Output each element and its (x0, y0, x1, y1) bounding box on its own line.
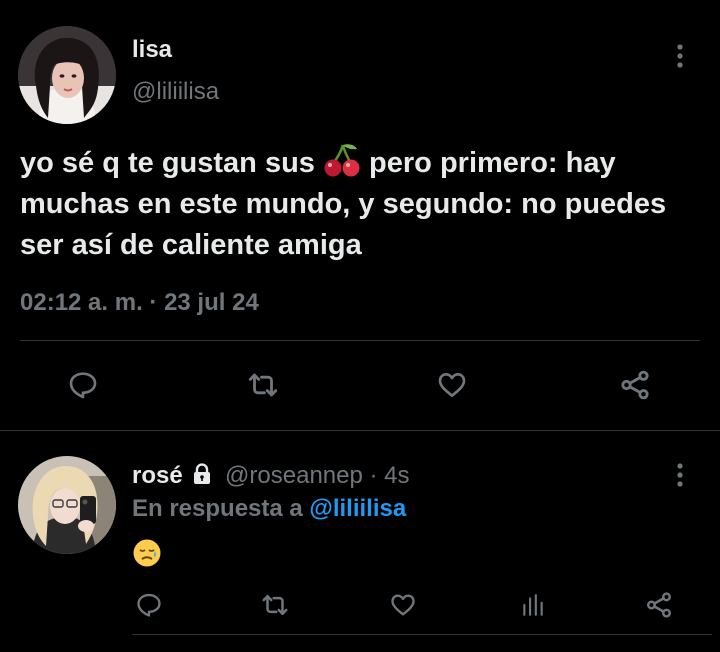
retweet-icon (262, 595, 288, 615)
reply-more-options-button[interactable] (664, 458, 696, 492)
author-avatar[interactable] (18, 26, 116, 124)
reply-analytics-button[interactable] (516, 588, 550, 622)
tweet-text-part1: yo sé q te gustan sus (20, 147, 315, 179)
in-reply-handle[interactable]: @liliilisa (309, 495, 406, 522)
share-icon (621, 370, 649, 400)
reply-author-handle[interactable]: @roseannep (225, 462, 363, 489)
divider-bottom-main (0, 430, 720, 431)
author-handle[interactable]: @liliilisa (132, 78, 219, 106)
reply-author-name[interactable]: rosé (132, 462, 183, 489)
reply-icon (69, 372, 97, 399)
lock-icon (192, 462, 212, 494)
reply-author-avatar[interactable] (18, 456, 116, 554)
more-options-button[interactable] (664, 38, 696, 74)
more-vertical-icon (677, 463, 683, 487)
reply-like-button[interactable] (386, 588, 420, 622)
reply-time[interactable]: · 4s (370, 462, 410, 489)
share-icon (647, 592, 671, 618)
retweet-button[interactable] (242, 364, 284, 406)
author-name[interactable]: lisa (132, 36, 172, 64)
heart-icon (391, 594, 415, 616)
avatar-photo (18, 456, 116, 554)
share-button[interactable] (614, 364, 656, 406)
like-button[interactable] (430, 364, 474, 406)
reply-button[interactable] (62, 364, 104, 406)
reply-reply-button[interactable] (132, 588, 166, 622)
divider-bottom-reply (132, 634, 712, 635)
analytics-icon (523, 594, 543, 616)
heart-icon (438, 373, 466, 397)
cherries-icon (323, 142, 361, 178)
reply-retweet-button[interactable] (258, 588, 292, 622)
avatar-photo (18, 26, 116, 124)
in-reply-to: En respuesta a @liliilisa (132, 494, 406, 524)
tweet-timestamp[interactable]: 02:12 a. m. · 23 jul 24 (20, 288, 259, 318)
reply-share-button[interactable] (642, 588, 676, 622)
divider-top-actions (20, 340, 700, 341)
in-reply-prefix: En respuesta a (132, 495, 303, 522)
retweet-icon (248, 373, 278, 397)
sad-relieved-face-icon (132, 538, 164, 568)
reply-icon (137, 593, 161, 617)
tweet-text: yo sé q te gustan sus pero primero: hay … (20, 142, 710, 266)
more-vertical-icon (677, 44, 683, 68)
reply-header: rosé @roseannep · 4s (132, 460, 410, 494)
